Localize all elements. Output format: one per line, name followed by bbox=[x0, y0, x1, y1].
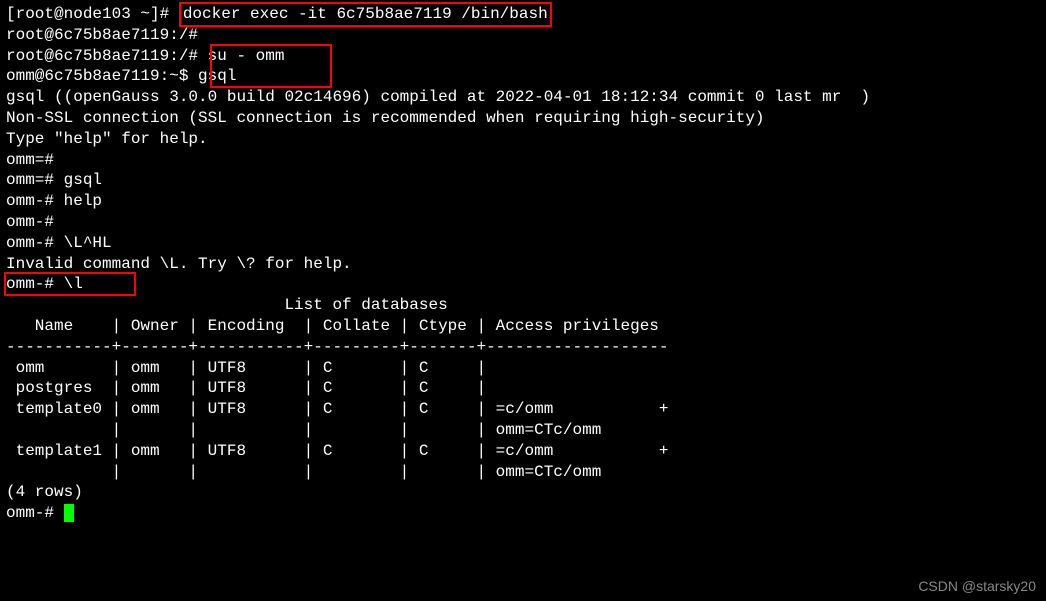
cursor-block bbox=[64, 504, 74, 522]
terminal-line: omm=# bbox=[6, 150, 1040, 171]
row-count: (4 rows) bbox=[6, 482, 1040, 503]
db-list-title: List of databases bbox=[6, 295, 1040, 316]
terminal-prompt-active[interactable]: omm-# bbox=[6, 503, 1040, 524]
terminal-line: root@6c75b8ae7119:/# bbox=[6, 25, 1040, 46]
host-prompt: [root@node103 ~]# bbox=[6, 5, 179, 23]
terminal-line: omm=# gsql bbox=[6, 170, 1040, 191]
db-list-header: Name | Owner | Encoding | Collate | Ctyp… bbox=[6, 316, 1040, 337]
watermark-text: CSDN @starsky20 bbox=[918, 577, 1036, 595]
db-list-divider: -----------+-------+-----------+--------… bbox=[6, 337, 1040, 358]
highlight-docker-cmd: docker exec -it 6c75b8ae7119 /bin/bash bbox=[179, 2, 552, 27]
table-row: template1 | omm | UTF8 | C | C | =c/omm … bbox=[6, 441, 1040, 462]
terminal-line: root@6c75b8ae7119:/# su - omm bbox=[6, 46, 1040, 67]
table-row: omm | omm | UTF8 | C | C | bbox=[6, 358, 1040, 379]
terminal-line: Type "help" for help. bbox=[6, 129, 1040, 150]
highlight-list-cmd bbox=[4, 272, 136, 296]
terminal-line: omm-# \l bbox=[6, 274, 1040, 295]
table-row: | | | | | omm=CTc/omm bbox=[6, 462, 1040, 483]
terminal-line: omm-# \L^HL bbox=[6, 233, 1040, 254]
terminal-line: Invalid command \L. Try \? for help. bbox=[6, 254, 1040, 275]
table-row: | | | | | omm=CTc/omm bbox=[6, 420, 1040, 441]
table-row: template0 | omm | UTF8 | C | C | =c/omm … bbox=[6, 399, 1040, 420]
terminal-line: omm-# help bbox=[6, 191, 1040, 212]
terminal-line: [root@node103 ~]# docker exec -it 6c75b8… bbox=[6, 4, 1040, 25]
terminal-line: Non-SSL connection (SSL connection is re… bbox=[6, 108, 1040, 129]
terminal-line: omm-# bbox=[6, 212, 1040, 233]
terminal-line: gsql ((openGauss 3.0.0 build 02c14696) c… bbox=[6, 87, 1040, 108]
terminal-line: omm@6c75b8ae7119:~$ gsql bbox=[6, 66, 1040, 87]
highlight-su-gsql bbox=[210, 44, 332, 88]
table-row: postgres | omm | UTF8 | C | C | bbox=[6, 378, 1040, 399]
